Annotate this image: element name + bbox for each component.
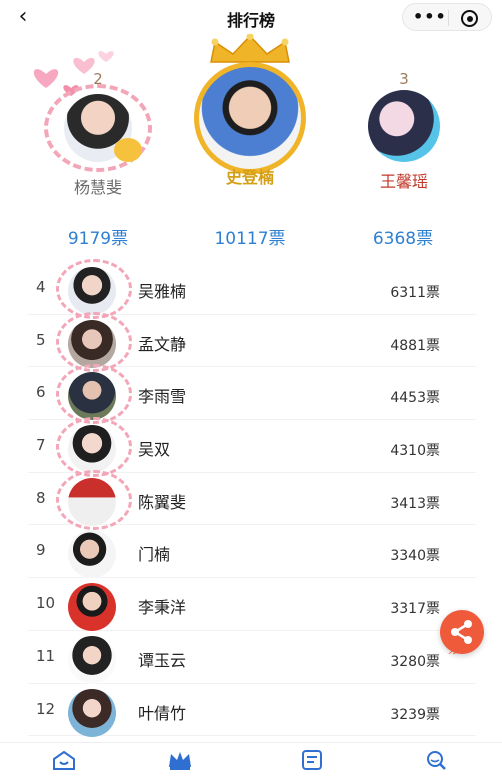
- list-name: 吴雅楠: [138, 282, 187, 301]
- more-dots-icon[interactable]: •••: [413, 7, 447, 26]
- note-icon: [302, 750, 322, 770]
- list-votes: 4881票: [390, 337, 440, 354]
- podium-votes-third: 6368票: [372, 229, 434, 249]
- list-votes: 6311票: [390, 285, 440, 301]
- crown-icon: [210, 34, 290, 63]
- list-name: 门楠: [138, 545, 171, 565]
- mini-program-capsule: •••: [402, 3, 492, 31]
- list-name: 李秉洋: [138, 598, 187, 618]
- list-rank: 9: [36, 541, 46, 560]
- avatar: [68, 267, 116, 315]
- ranking-list: 4 吴雅楠 6311票 5 孟文静 4881票 6 李雨雪 4453票 7 吴双…: [28, 259, 476, 737]
- avatar: [368, 90, 440, 162]
- avatar: [68, 635, 116, 684]
- nav-ranking[interactable]: [130, 749, 230, 773]
- podium-second[interactable]: 2 杨慧斐: [38, 70, 158, 198]
- list-item[interactable]: 5 孟文静 4881票: [28, 311, 476, 372]
- capsule-divider: [448, 10, 449, 26]
- bottom-nav: [0, 742, 502, 784]
- nav-home[interactable]: [14, 749, 114, 773]
- list-item[interactable]: 4 吴雅楠 6311票: [28, 259, 476, 319]
- avatar: [68, 530, 116, 579]
- target-icon[interactable]: [461, 10, 478, 27]
- list-votes: 4310票: [390, 443, 440, 460]
- list-rank: 11: [36, 646, 56, 665]
- list-name: 谭玉云: [138, 650, 187, 670]
- podium-third[interactable]: 3 王馨瑶: [344, 70, 464, 192]
- podium-votes-first: 10117票: [214, 229, 286, 249]
- share-label: 分享: [448, 645, 468, 656]
- podium-name: 杨慧斐: [73, 178, 122, 197]
- avatar: [68, 319, 116, 368]
- avatar: [194, 62, 306, 174]
- podium: 2 杨慧斐 史登楠 3 王馨瑶 9179票 10117票 6368票: [0, 34, 502, 264]
- list-name: 陈翼斐: [138, 492, 187, 512]
- list-votes: 4453票: [390, 390, 440, 407]
- list-votes: 3413票: [390, 495, 440, 512]
- avatar: [68, 425, 116, 474]
- crown-icon: [169, 752, 191, 770]
- list-name: 吴双: [138, 440, 171, 460]
- top-bar: ‹ 排行榜 •••: [0, 0, 502, 34]
- list-votes: 3340票: [390, 548, 440, 565]
- list-rank: 12: [36, 699, 56, 718]
- list-name: 李雨雪: [138, 387, 187, 407]
- list-name: 孟文静: [138, 334, 187, 354]
- list-name: 叶倩竹: [138, 703, 187, 723]
- podium-votes-second: 9179票: [67, 229, 129, 249]
- list-rank: 10: [36, 594, 56, 613]
- list-votes: 3280票: [390, 653, 440, 670]
- list-item[interactable]: 12 叶倩竹 3239票: [28, 684, 476, 737]
- home-icon: [53, 750, 75, 770]
- list-item[interactable]: 6 李雨雪 4453票: [28, 364, 476, 425]
- list-item[interactable]: 7 吴双 4310票: [28, 417, 476, 478]
- list-item[interactable]: 8 陈翼斐 3413票: [28, 469, 476, 530]
- list-votes: 3317票: [390, 601, 440, 618]
- avatar: [68, 583, 116, 632]
- nav-search[interactable]: [386, 749, 486, 773]
- list-item[interactable]: 11 谭玉云 3280票: [28, 631, 476, 684]
- podium-rank: 3: [399, 70, 409, 88]
- podium-name: 史登楠: [225, 168, 274, 187]
- list-votes: 3239票: [390, 706, 440, 723]
- nav-notes[interactable]: [262, 749, 362, 773]
- list-item[interactable]: 10 李秉洋 3317票: [28, 578, 476, 632]
- list-item[interactable]: 9 门楠 3340票: [28, 525, 476, 579]
- avatar: [68, 688, 116, 737]
- duck-sticker-icon: [114, 138, 142, 162]
- search-icon: [427, 751, 446, 770]
- avatar: [68, 477, 116, 526]
- podium-name: 王馨瑶: [379, 172, 428, 191]
